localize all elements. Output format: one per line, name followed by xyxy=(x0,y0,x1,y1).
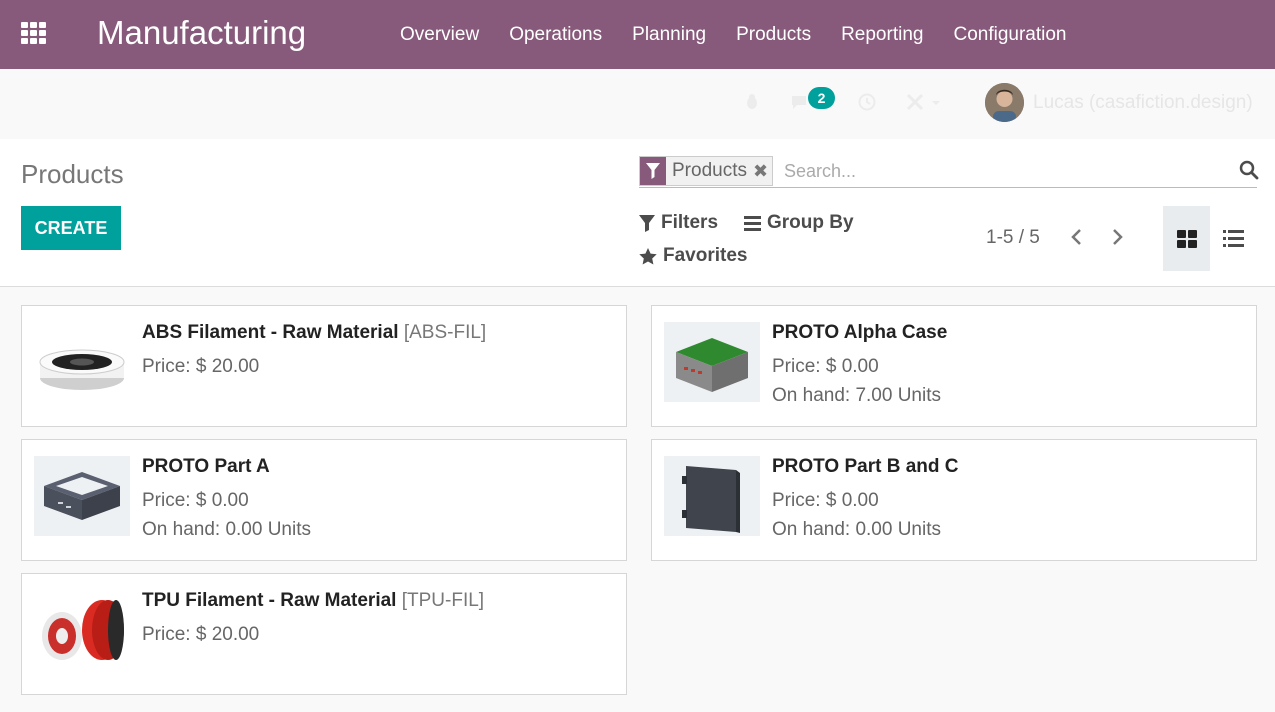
chevron-left-icon[interactable] xyxy=(1065,225,1089,249)
product-price: Price: $ 20.00 xyxy=(142,624,260,645)
menu-item-configuration[interactable]: Configuration xyxy=(938,24,1081,46)
menu-item-planning[interactable]: Planning xyxy=(617,24,721,46)
close-icon[interactable]: ✖ xyxy=(753,157,772,185)
product-card[interactable]: PROTO Part B and C Price: $ 0.00 On hand… xyxy=(651,439,1257,561)
search-facet: Products ✖ xyxy=(639,156,774,186)
search-input[interactable] xyxy=(784,158,1224,184)
product-price: Price: $ 0.00 xyxy=(142,490,249,511)
group-by-button[interactable]: Group By xyxy=(744,212,854,234)
product-price: Price: $ 0.00 xyxy=(772,356,879,377)
menu-item-overview[interactable]: Overview xyxy=(385,24,494,46)
product-name: TPU Filament - Raw Material [TPU-FIL] xyxy=(142,590,484,612)
app-brand[interactable]: Manufacturing xyxy=(97,14,306,52)
bars-icon xyxy=(744,215,761,231)
product-card[interactable]: PROTO Alpha Case Price: $ 0.00 On hand: … xyxy=(651,305,1257,427)
product-name: ABS Filament - Raw Material [ABS-FIL] xyxy=(142,322,486,344)
clock-icon[interactable] xyxy=(858,93,876,111)
product-card[interactable]: TPU Filament - Raw Material [TPU-FIL] Pr… xyxy=(21,573,627,695)
search-icon[interactable] xyxy=(1239,160,1259,180)
group-by-label: Group By xyxy=(767,212,854,233)
messages-counter-badge: 2 xyxy=(808,87,835,109)
product-reference: [ABS-FIL] xyxy=(403,322,487,343)
product-thumbnail xyxy=(664,456,760,536)
star-icon xyxy=(639,247,657,264)
product-name-text: PROTO Alpha Case xyxy=(772,322,948,343)
menu-item-operations[interactable]: Operations xyxy=(494,24,617,46)
product-name-text: PROTO Part A xyxy=(142,456,270,477)
filter-icon xyxy=(640,157,666,185)
product-name-text: ABS Filament - Raw Material xyxy=(142,322,399,343)
product-card[interactable]: ABS Filament - Raw Material [ABS-FIL] Pr… xyxy=(21,305,627,427)
bug-icon[interactable] xyxy=(743,93,761,111)
search-bar: Products ✖ xyxy=(639,156,1259,188)
list-view-icon xyxy=(1223,230,1244,247)
kanban-view-button[interactable] xyxy=(1163,206,1210,271)
main-menu: Overview Operations Planning Products Re… xyxy=(385,0,1082,69)
list-view-button[interactable] xyxy=(1210,206,1257,271)
product-on-hand: On hand: 7.00 Units xyxy=(772,385,941,406)
favorites-label: Favorites xyxy=(663,245,748,266)
main-navbar: Manufacturing Overview Operations Planni… xyxy=(0,0,1275,69)
product-name: PROTO Part A xyxy=(142,456,270,478)
product-price: Price: $ 20.00 xyxy=(142,356,260,377)
menu-item-products[interactable]: Products xyxy=(721,24,826,46)
favorites-button[interactable]: Favorites xyxy=(639,245,747,267)
control-panel: Products CREATE Products ✖ Filters Group… xyxy=(0,139,1275,287)
menu-item-reporting[interactable]: Reporting xyxy=(826,24,938,46)
pager-value[interactable]: 1-5 / 5 xyxy=(986,227,1040,249)
product-on-hand: On hand: 0.00 Units xyxy=(142,519,311,540)
product-thumbnail xyxy=(34,456,130,536)
chat-icon[interactable] xyxy=(790,93,808,111)
page-title: Products xyxy=(21,159,124,189)
product-price: Price: $ 0.00 xyxy=(772,490,879,511)
product-reference: [TPU-FIL] xyxy=(401,590,485,611)
kanban-view-icon xyxy=(1176,229,1197,248)
product-thumbnail xyxy=(39,349,125,390)
product-name-text: PROTO Part B and C xyxy=(772,456,959,477)
filters-button[interactable]: Filters xyxy=(639,212,718,234)
product-name: PROTO Part B and C xyxy=(772,456,959,478)
apps-grid-icon[interactable] xyxy=(21,22,49,46)
product-name: PROTO Alpha Case xyxy=(772,322,947,344)
search-facet-label: Products xyxy=(672,160,747,181)
user-name[interactable]: Lucas (casafiction.design) xyxy=(1033,92,1253,114)
product-thumbnail xyxy=(664,322,760,402)
product-on-hand: On hand: 0.00 Units xyxy=(772,519,941,540)
tools-icon[interactable] xyxy=(906,93,942,111)
chevron-right-icon[interactable] xyxy=(1105,225,1129,249)
avatar[interactable] xyxy=(985,83,1024,122)
product-thumbnail xyxy=(42,600,124,660)
create-button[interactable]: CREATE xyxy=(21,206,121,250)
filters-label: Filters xyxy=(661,212,719,233)
product-card[interactable]: PROTO Part A Price: $ 0.00 On hand: 0.00… xyxy=(21,439,627,561)
product-name-text: TPU Filament - Raw Material xyxy=(142,590,397,611)
filter-icon xyxy=(639,214,655,232)
